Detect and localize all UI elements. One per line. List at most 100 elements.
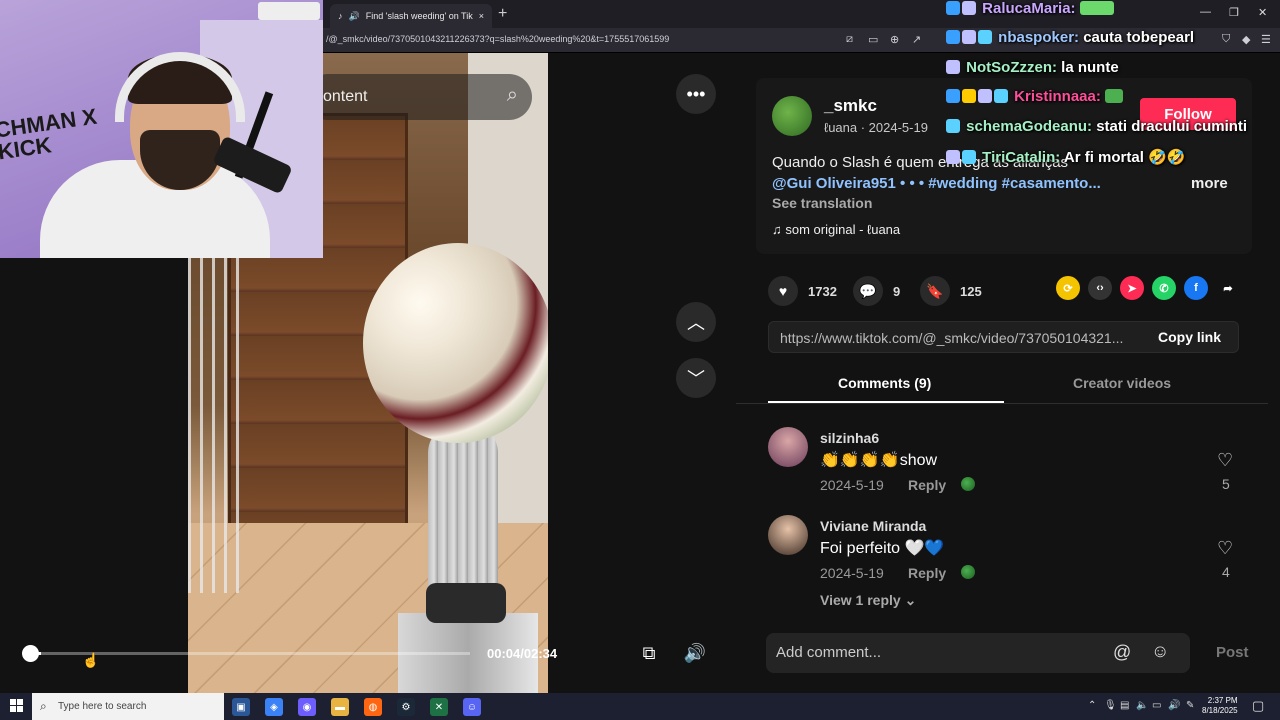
comment-author[interactable]: silzinha6 [820,430,879,446]
music-row[interactable]: ♫ som original - ℓuana [772,222,900,237]
creator-liked-icon [961,565,975,579]
tiktok-favicon-icon: ♪ [338,11,343,21]
heart-icon[interactable]: ♥ [768,276,798,306]
volume-button[interactable]: 🔊 [675,633,715,673]
more-link[interactable]: more [1191,175,1228,192]
mod-badge-icon [978,89,992,103]
notification-icon[interactable]: ▢ [1252,698,1264,714]
tray-network-icon[interactable]: ▭ [1152,700,1161,711]
taskbar-clock[interactable]: 2:37 PM 8/18/2025 [1202,696,1238,716]
chat-user: TiriCatalin: [982,149,1061,166]
chevron-down-icon: ﹀ [687,369,705,389]
music-note-icon: ♫ [772,222,786,237]
mod-badge-icon [946,150,960,164]
tray-volume-icon[interactable]: 🔈 [1136,700,1148,711]
clock-time: 2:37 PM [1207,696,1238,705]
like-action[interactable]: ♥ 1732 [768,276,837,306]
firefox-icon[interactable]: ◍ [364,698,382,716]
taskbar-search-input[interactable]: Type here to search [58,701,146,712]
reply-button[interactable]: Reply [908,477,946,493]
webcam-logo: CHMAN X KICK [0,103,99,165]
gift-badge-icon [994,89,1008,103]
crown-badge-icon [962,89,976,103]
search-icon: ⌕ [40,699,47,713]
discord-icon[interactable]: ☺ [463,698,481,716]
repost-icon[interactable]: ⟳ [1056,276,1080,300]
search-input[interactable]: ontent [323,88,367,106]
extension-icon[interactable]: ◆ [1242,33,1250,46]
mod-badge-icon [962,1,976,15]
minimize-icon[interactable]: — [1200,6,1211,18]
save-action[interactable]: 🔖 125 [920,276,982,306]
close-window-icon[interactable]: ✕ [1258,6,1267,19]
reply-button[interactable]: Reply [908,565,946,581]
menu-icon[interactable]: ☰ [1261,33,1271,46]
facebook-icon[interactable]: f [1184,276,1208,300]
comment-like-icon[interactable]: ♡ [1217,450,1233,471]
shield-icon[interactable]: ⛉ [1222,33,1230,46]
tray-speaker-icon[interactable]: 🔊 [1168,700,1180,711]
tab-comments[interactable]: Comments (9) [838,375,931,391]
previous-video-button[interactable]: ︿ [676,302,716,342]
search-bar[interactable]: ontent ⌕ [305,74,532,120]
post-comment-button[interactable]: Post [1216,644,1249,661]
taskbar-search[interactable]: ⌕ Type here to search [32,693,224,720]
send-icon[interactable]: ➤ [1120,276,1144,300]
browser-tab[interactable]: ♪ 🔊 Find 'slash weeding' on TikTo × [330,4,492,28]
tray-chat-icon[interactable]: ▤ [1120,700,1129,711]
steam-icon[interactable]: ⚙ [397,698,415,716]
progress-knob[interactable] [22,645,39,662]
url-text[interactable]: /@_smkc/video/7370501043211226373?q=slas… [326,34,669,44]
tray-mic-icon[interactable]: 🎙 [1104,700,1117,711]
excel-icon[interactable]: ✕ [430,698,448,716]
bookmark-icon[interactable]: 🔖 [920,276,950,306]
edge-icon[interactable]: ◉ [298,698,316,716]
comment-avatar[interactable] [768,515,808,555]
view-replies-button[interactable]: View 1 reply ⌄ [820,592,916,609]
emoji-icon[interactable]: ☺ [1151,641,1169,662]
comment-avatar[interactable] [768,427,808,467]
maximize-icon[interactable]: ❐ [1229,6,1239,19]
more-options-button[interactable]: ••• [676,74,716,114]
zoom-icon[interactable]: ⊕ [890,33,899,46]
new-tab-button[interactable]: + [498,5,507,23]
mod-badge-icon [946,60,960,74]
see-translation-link[interactable]: See translation [772,195,872,211]
tabs-divider [736,403,1268,404]
share-arrow-icon[interactable]: ➦ [1216,276,1240,300]
comment-like-icon[interactable]: ♡ [1217,538,1233,559]
author-avatar[interactable] [772,96,812,136]
mention-icon[interactable]: @ [1113,642,1131,663]
whatsapp-icon[interactable]: ✆ [1152,276,1176,300]
next-video-button[interactable]: ﹀ [676,358,716,398]
tray-pen-icon[interactable]: ✎ [1186,700,1194,711]
tray-chevron-icon[interactable]: ⌃ [1088,700,1096,711]
tab-creator-videos[interactable]: Creator videos [1073,375,1171,391]
speaker-icon[interactable]: 🔊 [349,11,360,22]
comment-input[interactable]: Add comment... [776,644,881,661]
comment-action[interactable]: 💬 9 [853,276,900,306]
search-icon[interactable]: ⌕ [507,84,518,107]
copy-link-button[interactable]: Copy link [1158,329,1221,345]
comment-icon[interactable]: 💬 [853,276,883,306]
comment-author[interactable]: Viviane Miranda [820,518,926,534]
post-tags[interactable]: @Gui Oliveira951 • • • #wedding #casamen… [772,175,1101,192]
task-view-icon[interactable]: ▣ [232,698,250,716]
author-username[interactable]: _smkc [824,96,877,116]
share-link-url[interactable]: https://www.tiktok.com/@_smkc/video/7370… [780,330,1140,346]
copilot-icon[interactable]: ◈ [265,698,283,716]
video-vase-base [426,583,506,623]
reader-icon[interactable]: ⧄ [846,33,853,46]
share-page-icon[interactable]: ↗ [912,33,921,46]
windows-start-icon[interactable] [10,699,24,713]
comment-like-count: 4 [1222,564,1230,580]
embed-icon[interactable]: ‹› [1088,276,1112,300]
clock-date: 8/18/2025 [1202,706,1238,715]
chat-text: cauta tobepearl [1083,29,1195,46]
close-tab-icon[interactable]: × [479,11,484,21]
pip-button[interactable]: ⧉ [629,633,669,673]
picture-in-picture-icon[interactable]: ▭ [868,33,878,46]
file-explorer-icon[interactable]: ▬ [331,698,349,716]
chat-text: la nunte [1061,59,1119,76]
tab-title: Find 'slash weeding' on TikTo [365,11,473,21]
